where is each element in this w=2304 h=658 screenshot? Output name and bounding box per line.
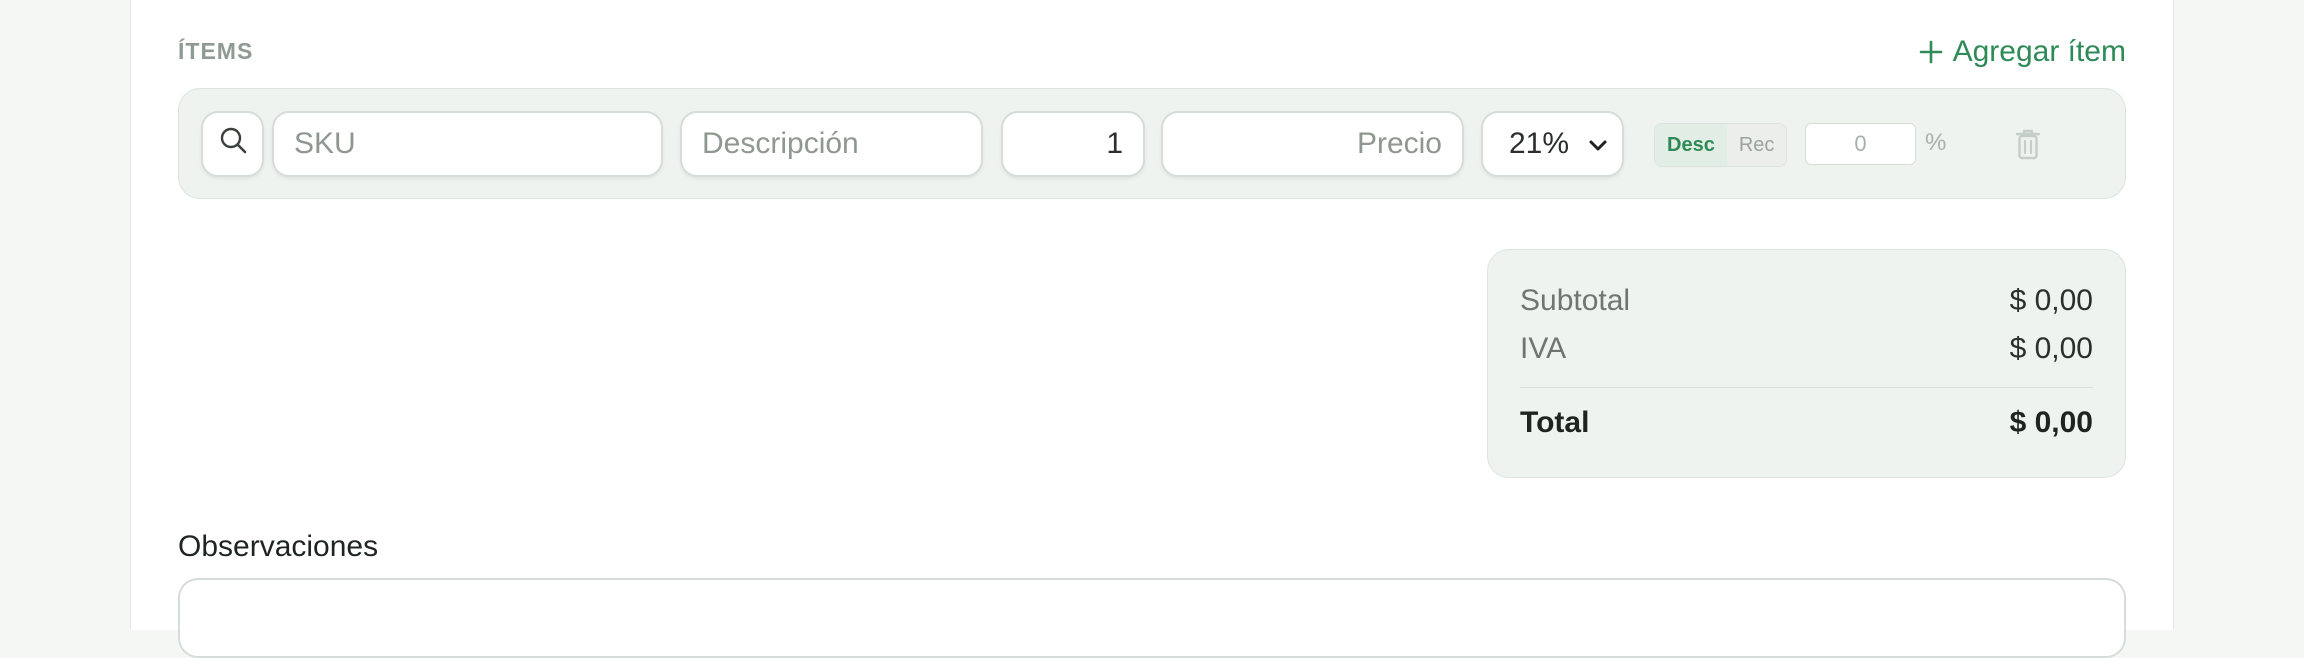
observations-textarea[interactable]	[178, 578, 2126, 658]
total-row: Total $ 0,00	[1520, 406, 2093, 440]
delete-item-button[interactable]	[2014, 127, 2042, 166]
total-value: $ 0,00	[2009, 406, 2093, 439]
search-icon	[218, 125, 248, 163]
sku-input[interactable]: SKU	[272, 111, 663, 177]
iva-label: IVA	[1520, 332, 1567, 365]
subtotal-row: Subtotal $ 0,00	[1520, 284, 2093, 318]
tax-rate-value: 21%	[1509, 127, 1570, 160]
discount-option[interactable]: Desc	[1655, 124, 1727, 166]
observations-label: Observaciones	[178, 530, 379, 563]
subtotal-value: $ 0,00	[2009, 284, 2093, 317]
discount-surcharge-toggle: Desc Rec	[1654, 123, 1788, 167]
tax-rate-select[interactable]: 21%	[1481, 111, 1624, 177]
add-item-button[interactable]: Agregar ítem	[1919, 32, 2126, 72]
trash-icon	[2014, 129, 2042, 165]
surcharge-option[interactable]: Rec	[1726, 124, 1787, 166]
subtotal-label: Subtotal	[1520, 284, 1631, 317]
search-button[interactable]	[201, 111, 264, 177]
total-label: Total	[1520, 406, 1590, 439]
price-input[interactable]: Precio	[1161, 111, 1464, 177]
iva-value: $ 0,00	[2009, 332, 2093, 365]
plus-icon	[1919, 40, 1943, 64]
items-section-title: ÍTEMS	[178, 38, 254, 64]
percent-input[interactable]: 0	[1805, 123, 1916, 165]
description-input[interactable]: Descripción	[680, 111, 983, 177]
percent-sign: %	[1925, 129, 1947, 156]
quantity-input[interactable]: 1	[1001, 111, 1145, 177]
iva-row: IVA $ 0,00	[1520, 332, 2093, 366]
totals-panel: Subtotal $ 0,00 IVA $ 0,00 Total $ 0,00	[1487, 249, 2126, 478]
totals-divider	[1520, 387, 2093, 388]
item-row: SKU Descripción 1 Precio 21% Desc Rec 0 …	[178, 88, 2126, 199]
chevron-down-icon	[1588, 127, 1608, 161]
add-item-label: Agregar ítem	[1952, 35, 2126, 68]
